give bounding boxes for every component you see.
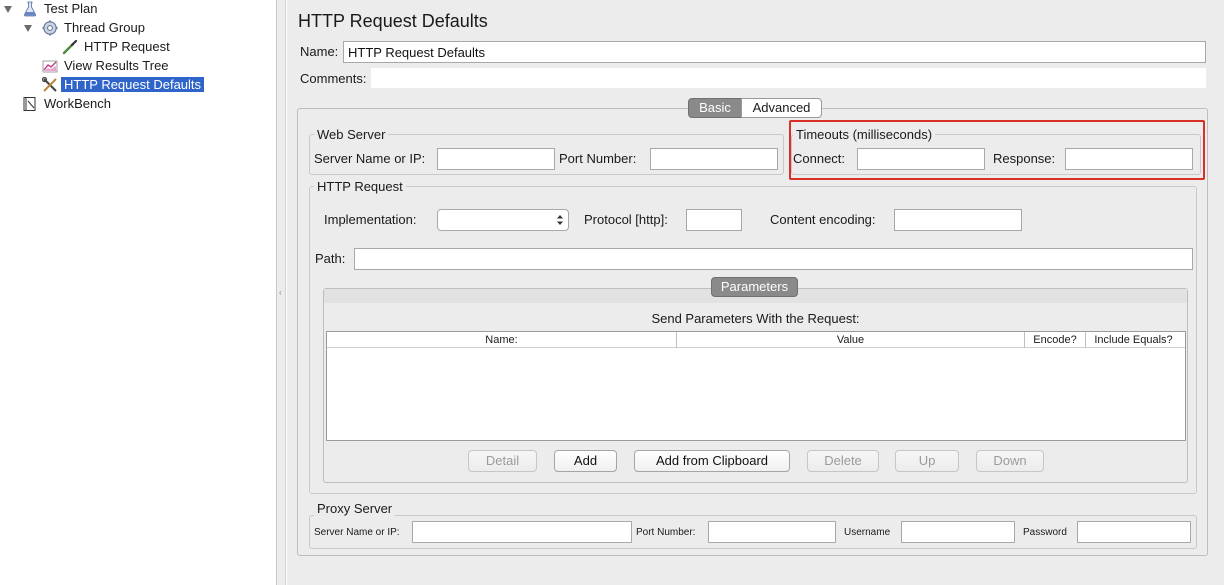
delete-button[interactable]: Delete [807, 450, 879, 472]
proxy-username-label: Username [844, 527, 891, 538]
proxy-server-name-label: Server Name or IP: [314, 527, 400, 538]
port-number-input[interactable] [650, 148, 778, 170]
add-from-clipboard-button[interactable]: Add from Clipboard [634, 450, 790, 472]
port-number-label: Port Number: [559, 151, 637, 166]
tree-item-label: WorkBench [44, 96, 111, 111]
tree-item-view-results-tree[interactable]: View Results Tree [61, 57, 172, 75]
proxy-port-input[interactable] [708, 521, 836, 543]
tree-item-http-request-defaults[interactable]: HTTP Request Defaults [61, 76, 205, 94]
tree-item-label: View Results Tree [64, 58, 169, 73]
parameters-caption: Send Parameters With the Request: [651, 311, 860, 326]
table-header: Name: Value Encode? Include Equals? [327, 332, 1185, 348]
down-button[interactable]: Down [976, 450, 1044, 472]
connect-label: Connect: [793, 151, 846, 166]
panel-title: HTTP Request Defaults [298, 11, 488, 31]
tree-item-label: HTTP Request Defaults [61, 77, 205, 92]
pipette-icon [62, 39, 78, 55]
connect-timeout-input[interactable] [857, 148, 985, 170]
path-label: Path: [315, 251, 346, 266]
tree-item-label: HTTP Request [84, 39, 170, 54]
proxy-server-input[interactable] [412, 521, 632, 543]
server-name-input[interactable] [437, 148, 555, 170]
server-name-label: Server Name or IP: [314, 151, 426, 166]
wrench-icon [42, 77, 57, 92]
up-button[interactable]: Up [895, 450, 959, 472]
tree-item-label: Test Plan [44, 1, 98, 16]
flask-icon [23, 1, 37, 17]
name-field[interactable] [343, 41, 1206, 63]
implementation-label: Implementation: [324, 212, 417, 227]
response-label: Response: [993, 151, 1056, 166]
tab-parameters[interactable]: Parameters [711, 277, 798, 297]
tree-item-http-request[interactable]: HTTP Request [81, 38, 173, 56]
expand-toggle-icon[interactable] [24, 25, 32, 32]
proxy-server-title: Proxy Server [314, 501, 396, 516]
proxy-password-label: Password [1023, 527, 1067, 538]
http-request-title: HTTP Request [314, 179, 406, 194]
tree-item-workbench[interactable]: WorkBench [41, 95, 114, 113]
column-header-value[interactable]: Value [677, 332, 1025, 348]
tab-advanced[interactable]: Advanced [741, 98, 822, 118]
content-encoding-input[interactable] [894, 209, 1022, 231]
protocol-label: Protocol [http]: [584, 212, 668, 227]
path-input[interactable] [354, 248, 1193, 270]
test-plan-tree[interactable]: Test Plan Thread Group HTTP Request View… [0, 0, 276, 585]
notebook-icon [23, 97, 36, 111]
web-server-title: Web Server [314, 127, 389, 142]
split-pane-divider[interactable]: ‹ [276, 0, 286, 585]
splitter-grip-icon: ‹ [279, 288, 282, 297]
comments-label: Comments: [300, 71, 367, 86]
proxy-password-input[interactable] [1077, 521, 1191, 543]
comments-field[interactable] [371, 68, 1206, 88]
name-label: Name: [300, 44, 339, 59]
column-header-name[interactable]: Name: [327, 332, 677, 348]
tree-item-test-plan[interactable]: Test Plan [41, 0, 100, 18]
implementation-select[interactable] [437, 209, 569, 231]
proxy-port-label: Port Number: [636, 527, 696, 538]
proxy-username-input[interactable] [901, 521, 1015, 543]
tab-basic[interactable]: Basic [688, 98, 742, 118]
expand-toggle-icon[interactable] [4, 6, 12, 13]
content-encoding-label: Content encoding: [770, 212, 876, 227]
tree-item-label: Thread Group [64, 20, 145, 35]
http-request-defaults-panel: HTTP Request Defaults Name: Comments: Ba… [287, 0, 1224, 585]
response-timeout-input[interactable] [1065, 148, 1193, 170]
detail-button[interactable]: Detail [468, 450, 537, 472]
gear-icon [42, 20, 58, 36]
timeouts-title: Timeouts (milliseconds) [793, 127, 936, 142]
updown-arrows-icon [557, 215, 563, 225]
protocol-input[interactable] [686, 209, 742, 231]
column-header-encode[interactable]: Encode? [1025, 332, 1086, 348]
add-button[interactable]: Add [554, 450, 617, 472]
column-header-include-equals[interactable]: Include Equals? [1086, 332, 1181, 348]
parameters-table[interactable]: Name: Value Encode? Include Equals? [326, 331, 1186, 441]
chart-icon [42, 60, 58, 73]
tree-item-thread-group[interactable]: Thread Group [61, 19, 148, 37]
